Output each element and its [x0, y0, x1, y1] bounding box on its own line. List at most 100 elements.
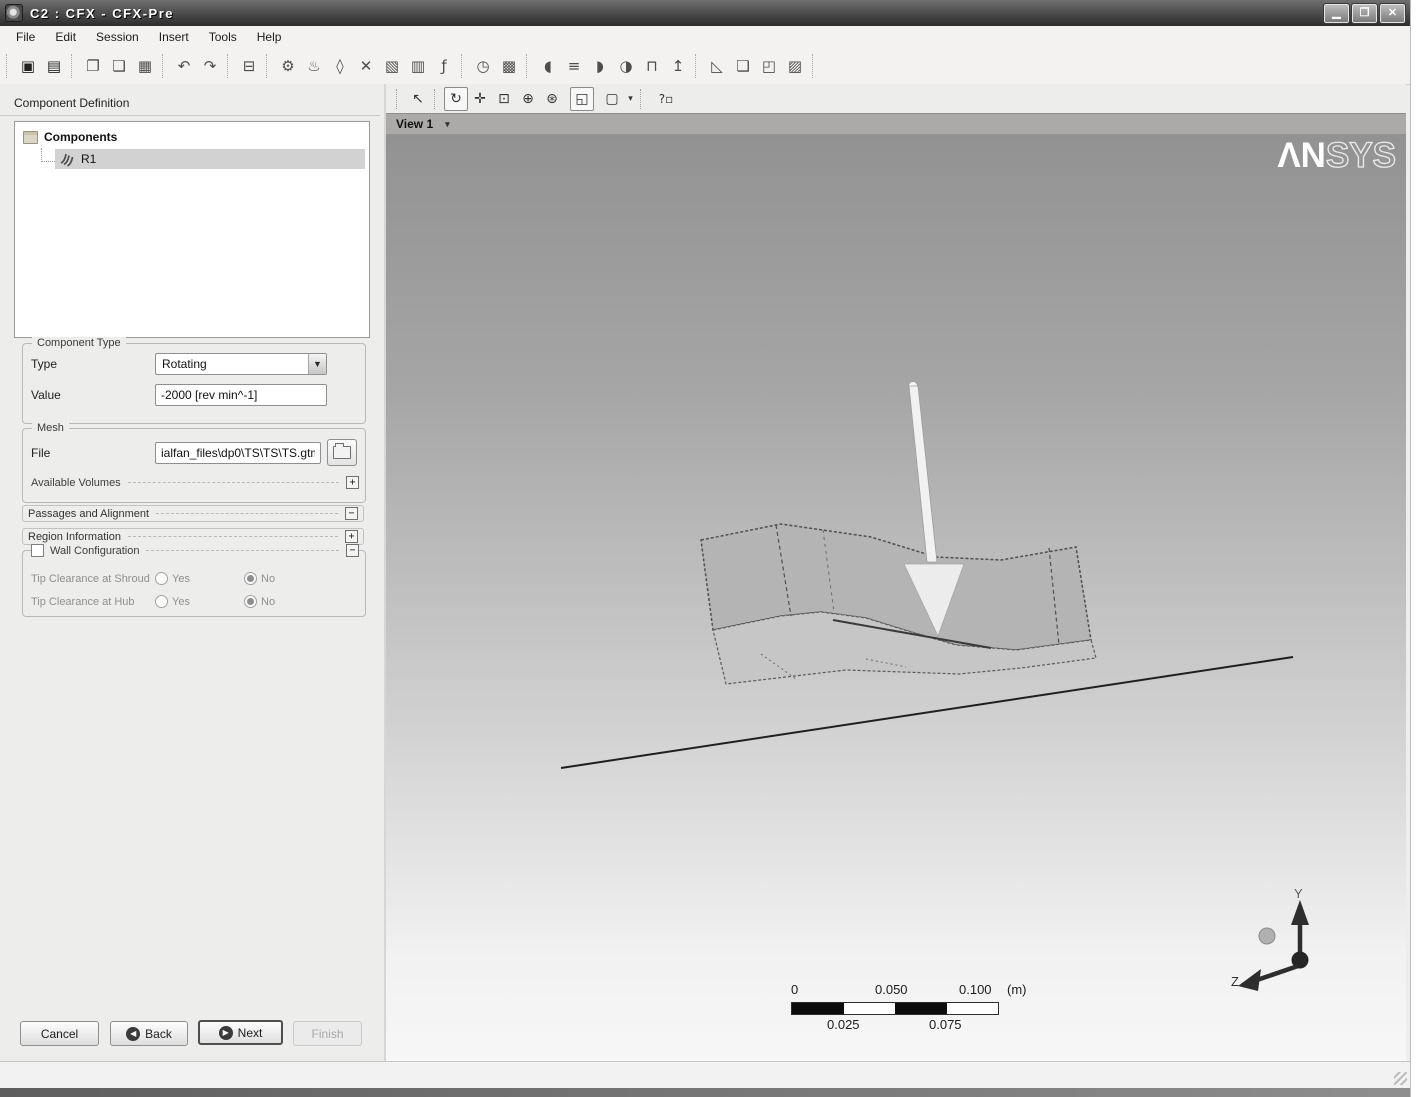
duplicate-icon: ⊟ — [242, 57, 256, 75]
tree-item-label: R1 — [81, 152, 97, 166]
wall-configuration-checkbox[interactable] — [31, 544, 44, 557]
menu-tools[interactable]: Tools — [199, 27, 247, 47]
pan-tool-button[interactable]: ✛ — [468, 87, 492, 111]
report-button[interactable]: ▤ — [41, 53, 67, 79]
menu-insert[interactable]: Insert — [149, 27, 199, 47]
additional-variable-button[interactable]: ◊ — [327, 53, 353, 79]
table-button[interactable]: ▥ — [405, 53, 431, 79]
function-button[interactable]: ƒ — [431, 53, 457, 79]
components-folder-icon — [23, 130, 38, 144]
region-information-section[interactable]: Region Information + — [22, 528, 364, 545]
menu-bar: File Edit Session Insert Tools Help — [0, 26, 1410, 49]
reaction-button[interactable]: ♨ — [301, 53, 327, 79]
zoom-in-icon: ⊕ — [522, 90, 534, 107]
simulation-type-button[interactable]: ◷ — [470, 53, 496, 79]
view-tab[interactable]: View 1 ▾ — [386, 113, 1406, 135]
expression-button[interactable]: ✕ — [353, 53, 379, 79]
close-button[interactable]: ✕ — [1379, 2, 1406, 24]
triad-z-axis — [1256, 963, 1299, 983]
fit-view-tool-button[interactable]: ⊛ — [540, 87, 564, 111]
paste-session-button[interactable]: ❏ — [106, 53, 132, 79]
menu-session[interactable]: Session — [86, 27, 149, 47]
probe-icon: ?▫ — [658, 91, 674, 106]
wall-configuration-expander-icon[interactable]: − — [346, 544, 359, 557]
cancel-button[interactable]: Cancel — [20, 1021, 99, 1046]
chevron-down-icon: ▾ — [628, 93, 633, 104]
view-tab-label: View 1 — [396, 117, 434, 131]
bottom-strip — [0, 1088, 1410, 1097]
triad-z-label: Z — [1231, 974, 1239, 989]
transform-mesh-button[interactable]: ❏ — [730, 53, 756, 79]
hub-yes-radio[interactable] — [155, 595, 168, 608]
snapshot-button[interactable]: ▦ — [132, 53, 158, 79]
copy-session-button[interactable]: ❐ — [80, 53, 106, 79]
next-arrow-icon: ▶ — [218, 1025, 233, 1040]
region-button[interactable]: ◰ — [756, 53, 782, 79]
value-input[interactable] — [155, 384, 327, 406]
wall-configuration-header[interactable]: Wall Configuration − — [31, 544, 359, 557]
scale-segment-black — [895, 1003, 947, 1014]
finish-button[interactable]: Finish — [293, 1021, 362, 1046]
domain-icon: ◖ — [544, 57, 552, 75]
redo-button[interactable]: ↷ — [197, 53, 223, 79]
user-function-button[interactable]: ▧ — [379, 53, 405, 79]
undo-button[interactable]: ↶ — [171, 53, 197, 79]
hub-no-label: No — [261, 595, 276, 608]
minimize-button[interactable]: ▁ — [1323, 2, 1350, 24]
hub-no-radio[interactable] — [244, 595, 257, 608]
browse-mesh-button[interactable] — [327, 439, 357, 466]
back-button[interactable]: ◀ Back — [110, 1021, 188, 1046]
probe-tool-button[interactable]: ?▫ — [650, 87, 682, 111]
menu-help[interactable]: Help — [247, 27, 292, 47]
type-dropdown-arrow-icon[interactable]: ▼ — [308, 354, 326, 374]
boundary-button[interactable]: ≡ — [561, 53, 587, 79]
domain-button[interactable]: ◖ — [535, 53, 561, 79]
menu-file[interactable]: File — [6, 27, 45, 47]
viewport-3d[interactable]: ΛNSYS 0 0.050 0.100 (m) 0.025 0.075 Y Z — [386, 134, 1406, 1062]
coord-frame-button[interactable]: ◺ — [704, 53, 730, 79]
source-point-button[interactable]: ⊓ — [639, 53, 665, 79]
type-label: Type — [31, 357, 58, 371]
status-bar — [0, 1061, 1410, 1088]
additional-variable-icon: ◊ — [336, 57, 344, 75]
monitor-point-button[interactable]: ↥ — [665, 53, 691, 79]
passages-alignment-expander-icon[interactable]: − — [345, 507, 358, 520]
tree-row-r1[interactable]: R1 — [15, 147, 369, 170]
select-tool-button[interactable]: ↖ — [406, 87, 430, 111]
section-dash-line — [156, 513, 338, 514]
scale-bar — [791, 1002, 999, 1015]
region-information-expander-icon[interactable]: + — [345, 530, 358, 543]
toolbar-separator — [396, 88, 402, 109]
viewport-layout-dropdown[interactable]: ▾ — [624, 87, 636, 111]
tree-row-components[interactable]: Components — [15, 126, 369, 148]
zoom-box-tool-button[interactable]: ⊡ — [492, 87, 516, 111]
rotate-center-tool-button[interactable]: ◱ — [570, 86, 594, 111]
app-icon — [5, 4, 23, 22]
material-button[interactable]: ⚙ — [275, 53, 301, 79]
next-button[interactable]: ▶ Next — [198, 1020, 283, 1045]
component-definition-panel: Component Definition Components R1 Compo… — [0, 84, 384, 1062]
shroud-yes-radio[interactable] — [155, 572, 168, 585]
save-button[interactable]: ▣ — [15, 53, 41, 79]
rotate-tool-button[interactable]: ↻ — [444, 86, 468, 111]
available-volumes-expander-icon[interactable]: + — [346, 476, 359, 489]
tree-selection-highlight[interactable]: R1 — [55, 149, 365, 169]
zoom-in-tool-button[interactable]: ⊕ — [516, 87, 540, 111]
available-volumes-section[interactable]: Available Volumes + — [31, 476, 359, 489]
report-template-button[interactable]: ▨ — [782, 53, 808, 79]
resize-grip[interactable] — [1394, 1072, 1407, 1085]
snapshot-icon: ▦ — [137, 57, 153, 75]
back-label: Back — [145, 1026, 172, 1041]
interface-button[interactable]: ◑ — [613, 53, 639, 79]
type-dropdown[interactable]: Rotating ▼ — [155, 353, 327, 375]
viewport-layout-button[interactable]: ▢ — [600, 87, 624, 111]
menu-edit[interactable]: Edit — [45, 27, 86, 47]
mesh-file-input[interactable] — [155, 442, 321, 464]
duplicate-button[interactable]: ⊟ — [236, 53, 262, 79]
subdomain-button[interactable]: ◗ — [587, 53, 613, 79]
maximize-button[interactable]: ❐ — [1351, 2, 1378, 24]
passages-alignment-section[interactable]: Passages and Alignment − — [22, 505, 364, 522]
solver-control-button[interactable]: ▩ — [496, 53, 522, 79]
undo-icon: ↶ — [177, 57, 191, 75]
shroud-no-radio[interactable] — [244, 572, 257, 585]
